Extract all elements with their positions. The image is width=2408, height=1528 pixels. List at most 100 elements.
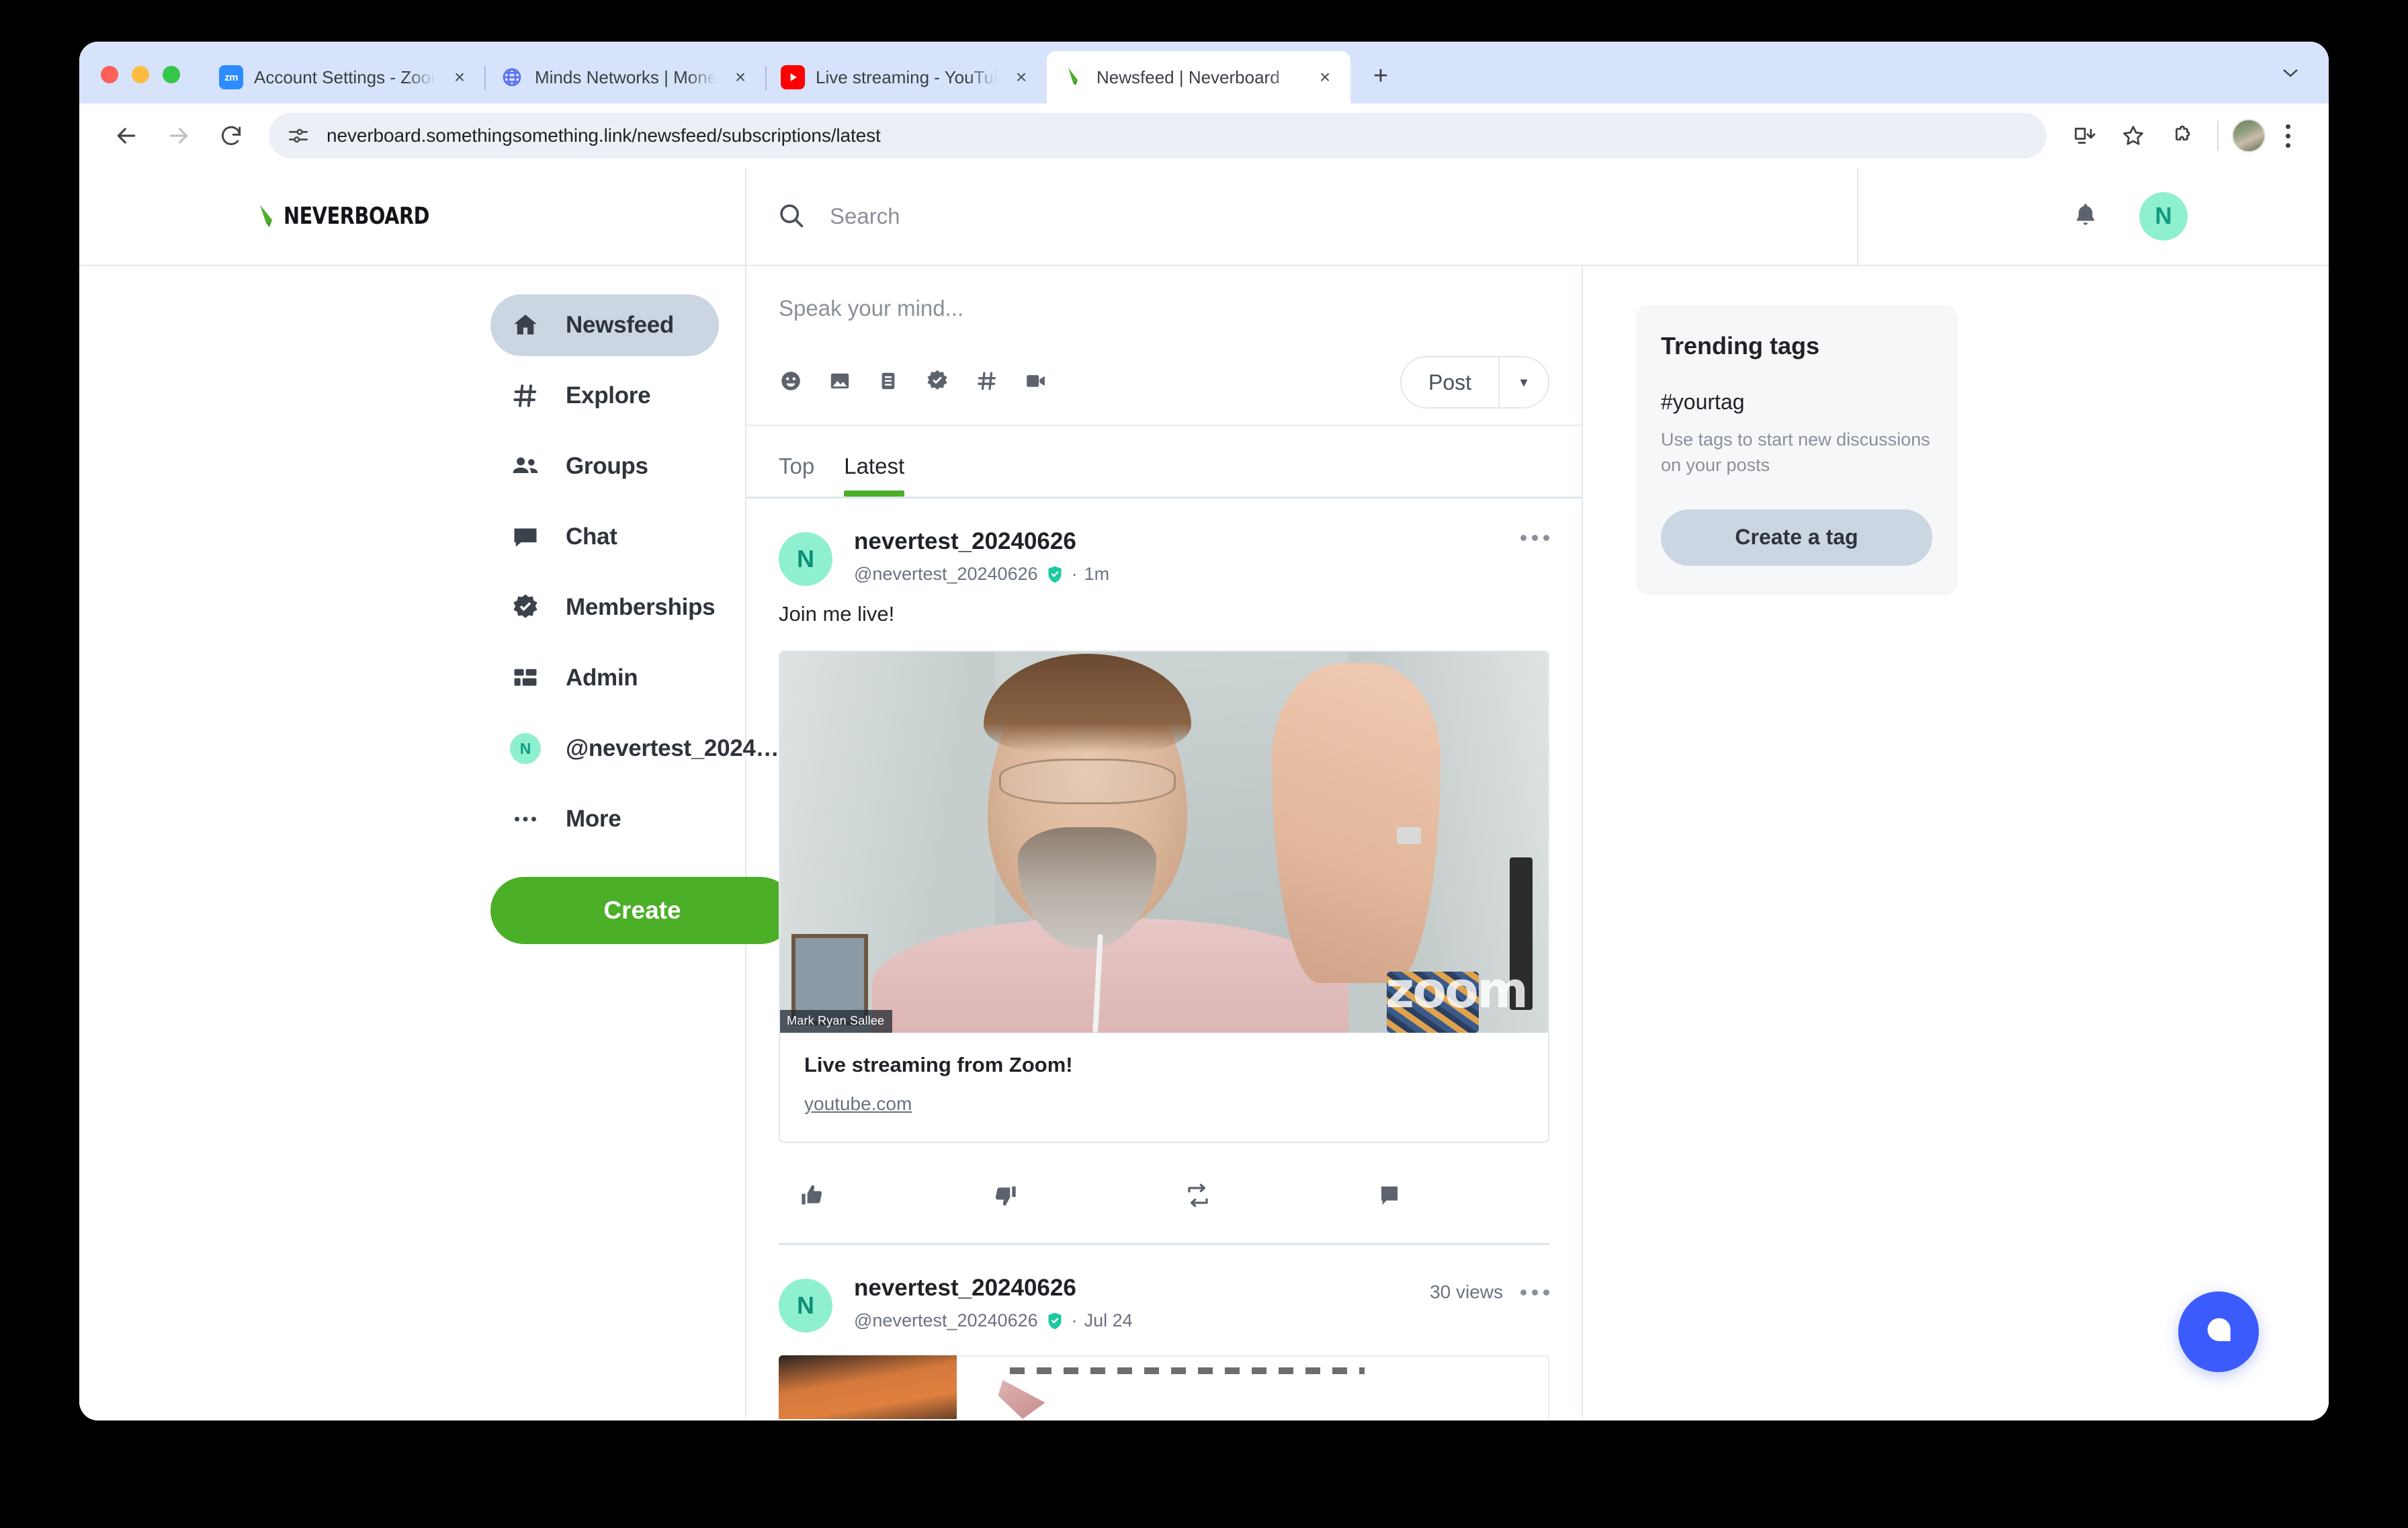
dashboard-icon bbox=[509, 664, 542, 692]
post-view-count: 30 views bbox=[1430, 1281, 1503, 1302]
post-embed-card[interactable]: zoom Mark Ryan Sallee Live streaming fro… bbox=[779, 650, 1549, 1143]
post-options-chevron-down-icon[interactable]: ▾ bbox=[1498, 357, 1548, 407]
address-bar[interactable]: neverboard.somethingsomething.link/newsf… bbox=[269, 113, 2047, 159]
reload-button[interactable] bbox=[207, 112, 255, 160]
tab-latest[interactable]: Latest bbox=[844, 454, 904, 497]
thumbs-up-action[interactable] bbox=[779, 1182, 972, 1212]
close-tab-button[interactable]: × bbox=[1312, 64, 1338, 91]
embed-thumbnail-image bbox=[779, 1355, 957, 1419]
embed-domain-link[interactable]: youtube.com bbox=[804, 1093, 912, 1115]
extensions-puzzle-icon[interactable] bbox=[2159, 114, 2204, 158]
search-bar[interactable]: Search bbox=[746, 168, 1858, 265]
toolbar-icons bbox=[2063, 114, 2306, 158]
browser-profile-avatar[interactable] bbox=[2232, 119, 2266, 153]
hashtag-icon[interactable] bbox=[975, 369, 999, 396]
embed-icon[interactable] bbox=[877, 370, 900, 396]
post-embed-preview[interactable] bbox=[779, 1355, 1549, 1419]
chat-bubble-icon bbox=[2200, 1312, 2237, 1353]
post-meta: @nevertest_20240626 · Jul 24 bbox=[854, 1310, 1408, 1331]
sidebar-item-profile[interactable]: N @nevertest_2024… bbox=[490, 718, 779, 779]
bookmark-star-icon[interactable] bbox=[2111, 114, 2155, 158]
post-avatar[interactable]: N bbox=[779, 1279, 832, 1332]
post-meta-separator: · bbox=[1071, 564, 1078, 584]
user-avatar[interactable]: N bbox=[2139, 192, 2188, 241]
post-handle[interactable]: @nevertest_20240626 bbox=[854, 564, 1038, 585]
post-meta: @nevertest_20240626 · 1m bbox=[854, 564, 1499, 585]
comment-action[interactable] bbox=[1357, 1183, 1549, 1212]
browser-tab-minds[interactable]: Minds Networks | Monetize a... × bbox=[484, 51, 766, 103]
close-tab-button[interactable]: × bbox=[1008, 64, 1035, 91]
sidebar-avatar: N bbox=[510, 733, 541, 764]
site-settings-icon[interactable] bbox=[284, 121, 313, 151]
minimize-window-button[interactable] bbox=[132, 66, 149, 83]
browser-tab-neverboard[interactable]: Newsfeed | Neverboard × bbox=[1047, 51, 1350, 103]
post-display-name[interactable]: nevertest_20240626 bbox=[854, 1275, 1408, 1302]
tab-search-chevron-down-icon[interactable] bbox=[2282, 65, 2299, 82]
browser-tab-strip: zm Account Settings - Zoom × Minds Netwo… bbox=[79, 42, 2329, 103]
sidebar-item-explore[interactable]: Explore bbox=[490, 365, 719, 427]
sidebar-item-chat[interactable]: Chat bbox=[490, 506, 719, 568]
sidebar-item-more[interactable]: More bbox=[490, 788, 719, 850]
more-horizontal-icon bbox=[509, 804, 542, 834]
verified-badge-icon bbox=[509, 592, 542, 623]
trending-tags-card: Trending tags #yourtag Use tags to start… bbox=[1635, 305, 1958, 595]
emoji-icon[interactable] bbox=[779, 369, 803, 396]
thumbs-down-icon bbox=[992, 1182, 1019, 1212]
sidebar-item-groups[interactable]: Groups bbox=[490, 435, 719, 497]
close-tab-button[interactable]: × bbox=[446, 64, 473, 91]
sidebar-item-label: Admin bbox=[566, 665, 638, 691]
trending-tag-name[interactable]: #yourtag bbox=[1661, 390, 1932, 415]
neverboard-favicon bbox=[1062, 65, 1086, 89]
address-bar-url: neverboard.somethingsomething.link/newsf… bbox=[327, 125, 881, 146]
sidebar-item-label: Chat bbox=[566, 523, 617, 550]
post-identity: nevertest_20240626 @nevertest_20240626 ·… bbox=[854, 528, 1499, 585]
neverboard-logo[interactable]: NEVERBOARD bbox=[255, 202, 462, 230]
create-a-tag-button[interactable]: Create a tag bbox=[1661, 509, 1932, 566]
browser-tab-youtube[interactable]: Live streaming - YouTube Stu... × bbox=[765, 51, 1047, 103]
post-meta-separator: · bbox=[1071, 1310, 1078, 1330]
sidebar-item-newsfeed[interactable]: Newsfeed bbox=[490, 294, 719, 356]
toolbar-divider bbox=[2217, 121, 2219, 151]
post-more-options-icon[interactable] bbox=[1520, 1289, 1549, 1296]
thumbs-down-action[interactable] bbox=[972, 1182, 1164, 1212]
embed-title: Live streaming from Zoom! bbox=[804, 1053, 1073, 1076]
maximize-window-button[interactable] bbox=[163, 66, 180, 83]
sidebar-item-label: Memberships bbox=[566, 594, 716, 620]
new-tab-button[interactable]: + bbox=[1361, 56, 1400, 95]
back-button[interactable] bbox=[102, 112, 150, 160]
verified-badge-icon[interactable] bbox=[924, 368, 950, 397]
close-tab-button[interactable]: × bbox=[727, 64, 754, 91]
sidebar-item-memberships[interactable]: Memberships bbox=[490, 577, 719, 638]
search-input[interactable]: Search bbox=[830, 204, 900, 229]
post-display-name[interactable]: nevertest_20240626 bbox=[854, 528, 1499, 555]
post-handle[interactable]: @nevertest_20240626 bbox=[854, 1310, 1038, 1331]
sidebar-item-label: Groups bbox=[566, 453, 648, 479]
remind-action[interactable] bbox=[1164, 1182, 1357, 1212]
verified-shield-icon bbox=[1045, 1311, 1065, 1331]
install-app-icon[interactable] bbox=[2063, 114, 2107, 158]
post-composer: Speak your mind... Post ▾ bbox=[746, 266, 1582, 425]
user-avatar-icon: N bbox=[509, 733, 542, 764]
sidebar-item-admin[interactable]: Admin bbox=[490, 647, 719, 709]
browser-tab-zoom[interactable]: zm Account Settings - Zoom × bbox=[204, 51, 485, 103]
browser-menu-icon[interactable] bbox=[2270, 114, 2306, 158]
post-header: N nevertest_20240626 @nevertest_20240626 bbox=[779, 528, 1549, 586]
composer-toolbar: Post ▾ bbox=[779, 356, 1549, 425]
composer-input[interactable]: Speak your mind... bbox=[779, 296, 1549, 321]
forward-button[interactable] bbox=[155, 112, 203, 160]
image-icon[interactable] bbox=[828, 369, 852, 396]
sidebar-item-label: Newsfeed bbox=[566, 312, 674, 338]
embed-video-thumbnail[interactable]: zoom Mark Ryan Sallee bbox=[780, 652, 1548, 1033]
post-more-options-icon[interactable] bbox=[1520, 535, 1549, 541]
post-timestamp: Jul 24 bbox=[1084, 1310, 1133, 1330]
tab-top[interactable]: Top bbox=[779, 454, 814, 497]
close-window-button[interactable] bbox=[101, 66, 118, 83]
embed-thumbnail-text bbox=[957, 1355, 1549, 1419]
notifications-bell-icon[interactable] bbox=[2071, 200, 2100, 233]
post-avatar[interactable]: N bbox=[779, 532, 832, 586]
comment-icon bbox=[1377, 1183, 1402, 1212]
post-button[interactable]: Post bbox=[1402, 357, 1498, 407]
right-rail: Trending tags #yourtag Use tags to start… bbox=[1583, 266, 2329, 1419]
chat-widget-button[interactable] bbox=[2178, 1291, 2259, 1372]
video-camera-icon[interactable] bbox=[1024, 369, 1048, 396]
